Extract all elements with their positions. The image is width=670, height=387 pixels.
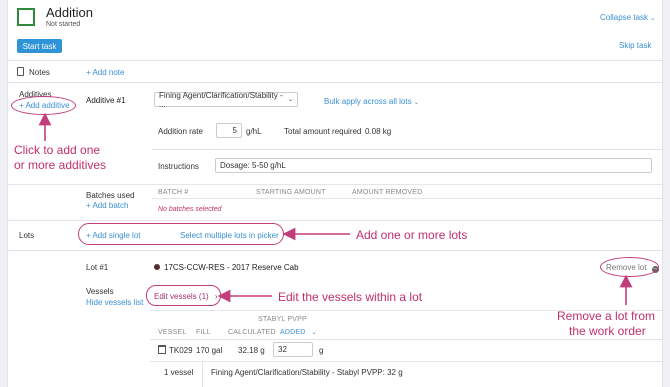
- annotation-add-additives-line1: Click to add one: [14, 143, 101, 157]
- annotation-add-additives: Click to add one or more additives: [14, 143, 106, 173]
- annotation-add-additives-line2: or more additives: [14, 158, 107, 172]
- annotation-add-lots: Add one or more lots: [356, 228, 468, 242]
- annotation-remove-lot: Remove a lot from the work order: [557, 309, 655, 339]
- annotation-edit-vessels: Edit the vessels within a lot: [278, 290, 423, 304]
- annotation-remove-lot-line2: the work order: [569, 324, 646, 338]
- annotation-remove-lot-line1: Remove a lot from: [557, 309, 656, 323]
